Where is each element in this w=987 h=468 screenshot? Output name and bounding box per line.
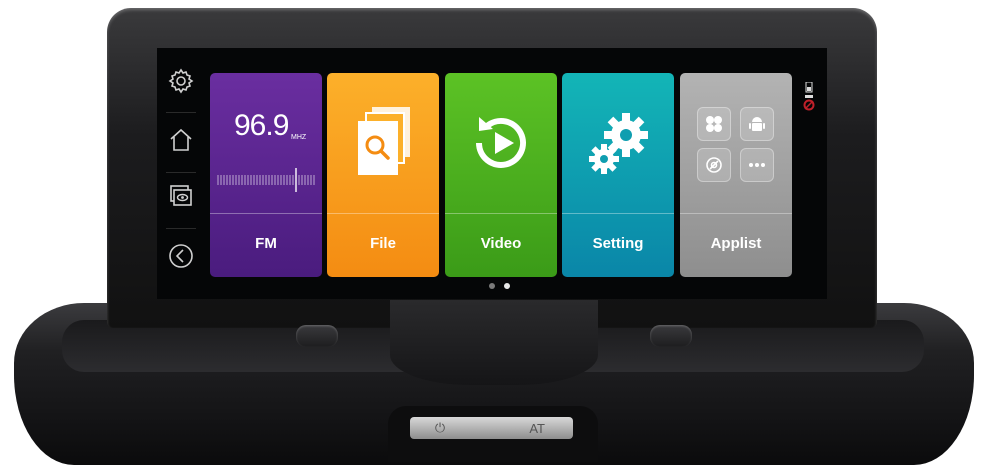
nav-divider bbox=[166, 228, 196, 229]
gear-icon[interactable] bbox=[165, 65, 197, 97]
fm-tuner-scale-icon bbox=[217, 168, 315, 192]
gps-icon bbox=[803, 99, 815, 111]
tile-fm-label: FM bbox=[255, 235, 277, 252]
documents-search-icon bbox=[358, 107, 410, 175]
right-clip bbox=[650, 325, 692, 347]
fm-frequency: 96.9 bbox=[234, 109, 289, 142]
nav-divider bbox=[166, 172, 196, 173]
clover-app-icon bbox=[697, 107, 731, 141]
tile-divider bbox=[327, 213, 439, 214]
pager-dot-2[interactable] bbox=[504, 283, 510, 289]
tile-divider bbox=[210, 213, 322, 214]
screen-mirror-icon[interactable] bbox=[165, 180, 197, 212]
tile-applist[interactable]: Applist bbox=[680, 73, 792, 277]
tile-fm[interactable]: 96.9 MHZ FM bbox=[210, 73, 322, 277]
at-button[interactable]: AT bbox=[470, 421, 573, 436]
button-panel: ⏻ AT bbox=[410, 417, 573, 439]
left-clip bbox=[296, 325, 338, 347]
tile-applist-label: Applist bbox=[710, 235, 762, 252]
android-app-icon bbox=[740, 107, 774, 141]
tile-divider bbox=[562, 213, 674, 214]
back-icon[interactable] bbox=[165, 240, 197, 272]
nav-divider bbox=[166, 112, 196, 113]
tile-file[interactable]: File bbox=[327, 73, 439, 277]
tile-video-label: Video bbox=[480, 235, 522, 252]
power-button[interactable]: ⏻ bbox=[410, 420, 470, 436]
fm-unit: MHZ bbox=[291, 134, 307, 141]
gears-icon bbox=[589, 113, 648, 174]
more-apps-icon bbox=[740, 148, 774, 182]
tile-setting[interactable]: Setting bbox=[562, 73, 674, 277]
tile-video[interactable]: Video bbox=[445, 73, 557, 277]
tile-file-label: File bbox=[370, 235, 396, 252]
tile-divider bbox=[445, 213, 557, 214]
pager-dot-1[interactable] bbox=[489, 283, 495, 289]
device-hinge bbox=[390, 300, 598, 385]
gps-app-icon bbox=[697, 148, 731, 182]
tile-setting-label: Setting bbox=[592, 235, 644, 252]
replay-icon bbox=[476, 117, 526, 168]
tile-divider bbox=[680, 213, 792, 214]
home-icon[interactable] bbox=[165, 124, 197, 156]
